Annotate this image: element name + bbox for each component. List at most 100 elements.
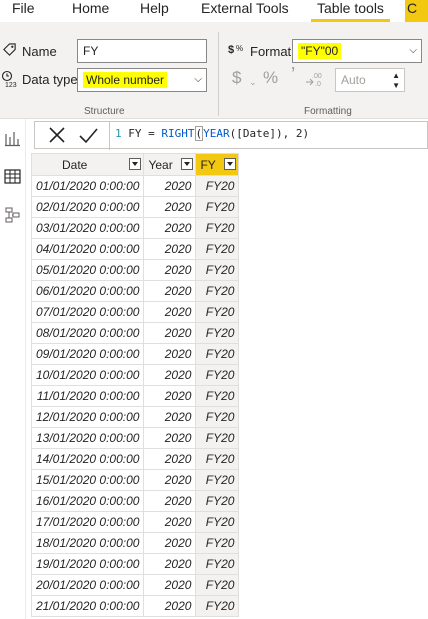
year-cell[interactable]: 2020 [143, 343, 197, 365]
comma-icon[interactable]: ʼ [291, 66, 295, 86]
tab-column-tools[interactable]: C [405, 0, 428, 22]
year-cell[interactable]: 2020 [143, 406, 197, 428]
data-view-icon[interactable] [4, 168, 21, 185]
date-cell[interactable]: 20/01/2020 0:00:00 [30, 574, 145, 596]
svg-text:$: $ [228, 44, 234, 56]
date-cell[interactable]: 12/01/2020 0:00:00 [30, 406, 145, 428]
cancel-icon[interactable] [46, 124, 68, 146]
year-cell[interactable]: 2020 [143, 175, 197, 197]
percent-icon[interactable]: % [263, 69, 278, 86]
date-cell[interactable]: 17/01/2020 0:00:00 [30, 511, 145, 533]
fy-cell[interactable]: FY20 [195, 490, 240, 512]
fy-cell[interactable]: FY20 [195, 511, 240, 533]
tab-home[interactable]: Home [72, 0, 109, 18]
fy-cell[interactable]: FY20 [195, 259, 240, 281]
fy-cell[interactable]: FY20 [195, 343, 240, 365]
fy-cell[interactable]: FY20 [195, 196, 240, 218]
commit-icon[interactable] [77, 124, 99, 146]
year-cell[interactable]: 2020 [143, 595, 197, 617]
name-input[interactable]: FY [77, 39, 207, 63]
structure-group-label: Structure [84, 106, 125, 117]
fy-cell[interactable]: FY20 [195, 364, 240, 386]
date-cell[interactable]: 21/01/2020 0:00:00 [30, 595, 145, 617]
year-cell[interactable]: 2020 [143, 574, 197, 596]
tab-external-tools[interactable]: External Tools [201, 0, 289, 18]
year-cell[interactable]: 2020 [143, 280, 197, 302]
year-cell[interactable]: 2020 [143, 427, 197, 449]
date-cell[interactable]: 11/01/2020 0:00:00 [30, 385, 145, 407]
svg-text:%: % [236, 44, 243, 53]
year-cell[interactable]: 2020 [143, 532, 197, 554]
date-cell[interactable]: 15/01/2020 0:00:00 [30, 469, 145, 491]
fy-cell[interactable]: FY20 [195, 280, 240, 302]
ribbon-divider [218, 32, 219, 116]
year-cell[interactable]: 2020 [143, 385, 197, 407]
column-header-fy[interactable]: FY [195, 153, 240, 176]
date-cell[interactable]: 05/01/2020 0:00:00 [30, 259, 145, 281]
tab-help[interactable]: Help [140, 0, 169, 18]
fy-cell[interactable]: FY20 [195, 427, 240, 449]
year-cell[interactable]: 2020 [143, 238, 197, 260]
fy-cell[interactable]: FY20 [195, 553, 240, 575]
fy-cell[interactable]: FY20 [195, 574, 240, 596]
year-cell[interactable]: 2020 [143, 217, 197, 239]
date-cell[interactable]: 14/01/2020 0:00:00 [30, 448, 145, 470]
chevron-down-icon[interactable]: ⌄ [249, 74, 257, 90]
fy-cell[interactable]: FY20 [195, 217, 240, 239]
header-row: Date Year FY [30, 153, 240, 176]
date-cell[interactable]: 04/01/2020 0:00:00 [30, 238, 145, 260]
table-row: 10/01/2020 0:00:00 2020 FY20 [30, 364, 240, 386]
year-cell[interactable]: 2020 [143, 364, 197, 386]
column-header-year[interactable]: Year [143, 153, 197, 176]
date-cell[interactable]: 02/01/2020 0:00:00 [30, 196, 145, 218]
date-cell[interactable]: 19/01/2020 0:00:00 [30, 553, 145, 575]
data-table: Date Year FY 01/01/2020 0:00:00 2020 FY20 0… [30, 153, 240, 617]
fy-cell[interactable]: FY20 [195, 595, 240, 617]
year-cell[interactable]: 2020 [143, 490, 197, 512]
tab-file[interactable]: File [12, 0, 35, 18]
date-cell[interactable]: 10/01/2020 0:00:00 [30, 364, 145, 386]
filter-dropdown-icon[interactable] [181, 158, 194, 170]
date-cell[interactable]: 13/01/2020 0:00:00 [30, 427, 145, 449]
year-cell[interactable]: 2020 [143, 301, 197, 323]
currency-icon[interactable]: $ [232, 69, 241, 86]
year-cell[interactable]: 2020 [143, 196, 197, 218]
date-cell[interactable]: 08/01/2020 0:00:00 [30, 322, 145, 344]
year-cell[interactable]: 2020 [143, 259, 197, 281]
filter-dropdown-icon[interactable] [129, 158, 142, 170]
dax-formula-input[interactable]: 1 FY = RIGHT(YEAR([Date]), 2) [115, 126, 309, 141]
line-number: 1 [115, 127, 122, 140]
year-cell[interactable]: 2020 [143, 322, 197, 344]
date-cell[interactable]: 01/01/2020 0:00:00 [30, 175, 145, 197]
date-cell[interactable]: 03/01/2020 0:00:00 [30, 217, 145, 239]
formula-bar: 1 FY = RIGHT(YEAR([Date]), 2) [34, 121, 428, 150]
fy-cell[interactable]: FY20 [195, 448, 240, 470]
year-cell[interactable]: 2020 [143, 553, 197, 575]
date-cell[interactable]: 06/01/2020 0:00:00 [30, 280, 145, 302]
date-cell[interactable]: 07/01/2020 0:00:00 [30, 301, 145, 323]
decimal-icon[interactable]: .00 .0 [305, 70, 325, 88]
fy-cell[interactable]: FY20 [195, 301, 240, 323]
date-cell[interactable]: 18/01/2020 0:00:00 [30, 532, 145, 554]
year-cell[interactable]: 2020 [143, 448, 197, 470]
fy-cell[interactable]: FY20 [195, 385, 240, 407]
tab-table-tools[interactable]: Table tools [311, 0, 390, 22]
format-select[interactable]: "FY"00 ⌵ [292, 39, 422, 63]
fy-cell[interactable]: FY20 [195, 406, 240, 428]
filter-dropdown-icon[interactable] [224, 158, 237, 170]
stepper-icon[interactable]: ▲ ▼ [392, 71, 400, 91]
fy-cell[interactable]: FY20 [195, 532, 240, 554]
report-view-icon[interactable] [4, 130, 21, 147]
model-view-icon[interactable] [4, 207, 21, 224]
date-cell[interactable]: 16/01/2020 0:00:00 [30, 490, 145, 512]
fy-cell[interactable]: FY20 [195, 175, 240, 197]
year-cell[interactable]: 2020 [143, 469, 197, 491]
decimal-places-input[interactable]: Auto ▲ ▼ [335, 68, 405, 92]
data-type-select[interactable]: Whole number ⌵ [77, 68, 207, 92]
fy-cell[interactable]: FY20 [195, 238, 240, 260]
date-cell[interactable]: 09/01/2020 0:00:00 [30, 343, 145, 365]
year-cell[interactable]: 2020 [143, 511, 197, 533]
column-header-date[interactable]: Date [30, 153, 145, 176]
fy-cell[interactable]: FY20 [195, 469, 240, 491]
fy-cell[interactable]: FY20 [195, 322, 240, 344]
